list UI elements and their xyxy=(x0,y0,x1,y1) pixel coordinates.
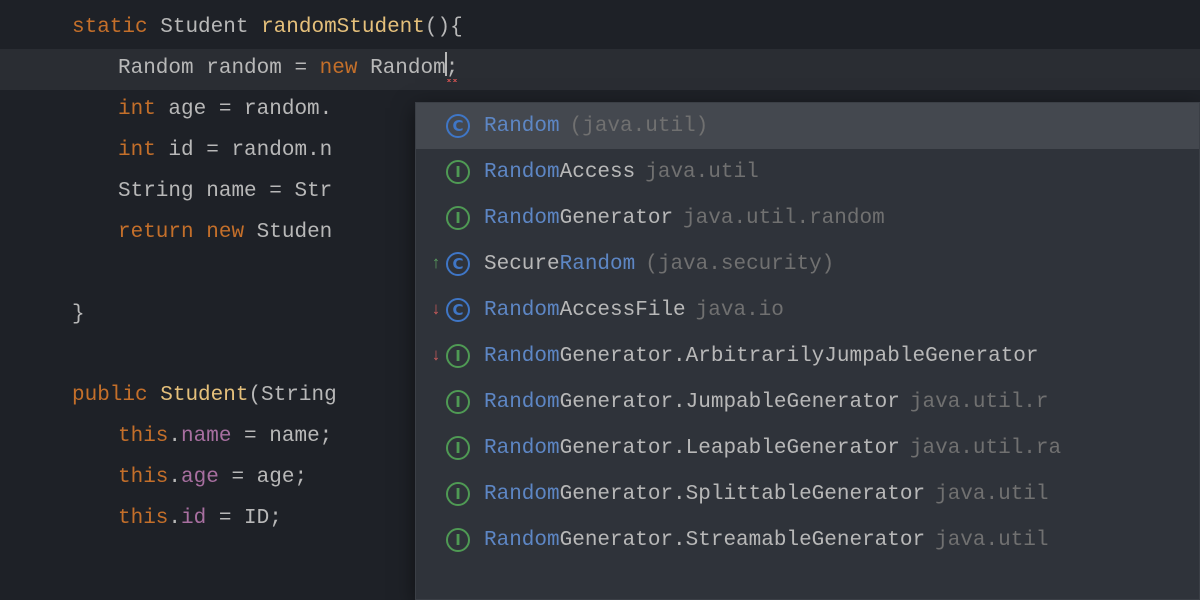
identifier: id xyxy=(168,139,193,162)
completion-label: RandomGenerator.JumpableGenerator xyxy=(484,391,900,414)
punct: = xyxy=(257,180,295,203)
autocomplete-item[interactable]: I RandomGenerator.LeapableGenerator java.u… xyxy=(416,425,1199,471)
interface-icon: I xyxy=(446,160,470,184)
autocomplete-item[interactable]: ↑C SecureRandom (java.security) xyxy=(416,241,1199,287)
identifier: random.n xyxy=(231,139,332,162)
class-icon: C xyxy=(446,252,470,276)
completion-label: RandomGenerator.ArbitrarilyJumpableGener… xyxy=(484,345,1039,368)
completion-label: RandomAccessFile xyxy=(484,299,686,322)
keyword: this xyxy=(118,466,168,489)
autocomplete-item[interactable]: I RandomGenerator.StreamableGenerator java… xyxy=(416,517,1199,563)
arrow-up-icon: ↑ xyxy=(426,255,446,274)
punct: = ID; xyxy=(206,507,282,530)
keyword: this xyxy=(118,425,168,448)
code-line[interactable]: static Student randomStudent(){ xyxy=(0,8,1200,49)
package-label: java.util xyxy=(935,483,1048,506)
interface-icon: I xyxy=(446,390,470,414)
arrow-down-icon: ↓ xyxy=(426,301,446,320)
method-name: randomStudent xyxy=(261,16,425,39)
punct: . xyxy=(168,425,181,448)
error-squiggle: ; xyxy=(446,57,459,80)
punct: = age; xyxy=(219,466,307,489)
punct: } xyxy=(72,303,85,326)
keyword: public xyxy=(72,384,148,407)
package-label: java.util xyxy=(935,529,1048,552)
completion-label: RandomGenerator.LeapableGenerator xyxy=(484,437,900,460)
punct: = xyxy=(206,98,244,121)
identifier: Str xyxy=(294,180,332,203)
keyword: int xyxy=(118,139,156,162)
autocomplete-item[interactable]: ↓I RandomGenerator.ArbitrarilyJumpableGen… xyxy=(416,333,1199,379)
keyword: new xyxy=(320,57,358,80)
keyword: new xyxy=(206,221,244,244)
completion-label: RandomGenerator xyxy=(484,207,673,230)
package-label: java.util.r xyxy=(910,391,1049,414)
interface-icon: I xyxy=(446,436,470,460)
autocomplete-popup[interactable]: C Random (java.util) I RandomAccess java.uti… xyxy=(415,102,1200,600)
autocomplete-item[interactable]: I RandomGenerator java.util.random xyxy=(416,195,1199,241)
identifier: Random xyxy=(370,57,446,80)
interface-icon: I xyxy=(446,344,470,368)
keyword: return xyxy=(118,221,194,244)
field: age xyxy=(181,466,219,489)
punct: = xyxy=(282,57,320,80)
interface-icon: I xyxy=(446,206,470,230)
class-icon: C xyxy=(446,298,470,322)
identifier: name xyxy=(206,180,256,203)
package-label: (java.security) xyxy=(645,253,834,276)
type: Student xyxy=(160,16,248,39)
package-label: java.util.ra xyxy=(910,437,1061,460)
punct: . xyxy=(168,507,181,530)
completion-label: SecureRandom xyxy=(484,253,635,276)
completion-label: RandomGenerator.StreamableGenerator xyxy=(484,529,925,552)
package-label: java.util xyxy=(645,161,758,184)
completion-label: RandomAccess xyxy=(484,161,635,184)
autocomplete-item[interactable]: C Random (java.util) xyxy=(416,103,1199,149)
package-label: java.io xyxy=(696,299,784,322)
code-line-active[interactable]: Random random = new Random; xyxy=(0,49,1200,90)
autocomplete-item[interactable]: I RandomAccess java.util xyxy=(416,149,1199,195)
autocomplete-item[interactable]: I RandomGenerator.JumpableGenerator java.u… xyxy=(416,379,1199,425)
autocomplete-item[interactable]: I RandomGenerator.SplittableGenerator java… xyxy=(416,471,1199,517)
punct: = xyxy=(194,139,232,162)
punct: (){ xyxy=(425,16,463,39)
identifier: random. xyxy=(244,98,332,121)
method-name: Student xyxy=(160,384,248,407)
completion-label: Random xyxy=(484,115,560,138)
identifier: age xyxy=(168,98,206,121)
autocomplete-item[interactable]: ↓C RandomAccessFile java.io xyxy=(416,287,1199,333)
keyword: static xyxy=(72,16,148,39)
punct: . xyxy=(168,466,181,489)
type: String xyxy=(118,180,194,203)
field: name xyxy=(181,425,231,448)
type: Studen xyxy=(257,221,333,244)
field: id xyxy=(181,507,206,530)
completion-label: RandomGenerator.SplittableGenerator xyxy=(484,483,925,506)
interface-icon: I xyxy=(446,528,470,552)
package-label: (java.util) xyxy=(570,115,709,138)
identifier: random xyxy=(206,57,282,80)
class-icon: C xyxy=(446,114,470,138)
arrow-down-icon: ↓ xyxy=(426,347,446,366)
type: Random xyxy=(118,57,194,80)
keyword: this xyxy=(118,507,168,530)
keyword: int xyxy=(118,98,156,121)
interface-icon: I xyxy=(446,482,470,506)
punct: (String xyxy=(248,384,336,407)
package-label: java.util.random xyxy=(683,207,885,230)
punct: = name; xyxy=(231,425,332,448)
